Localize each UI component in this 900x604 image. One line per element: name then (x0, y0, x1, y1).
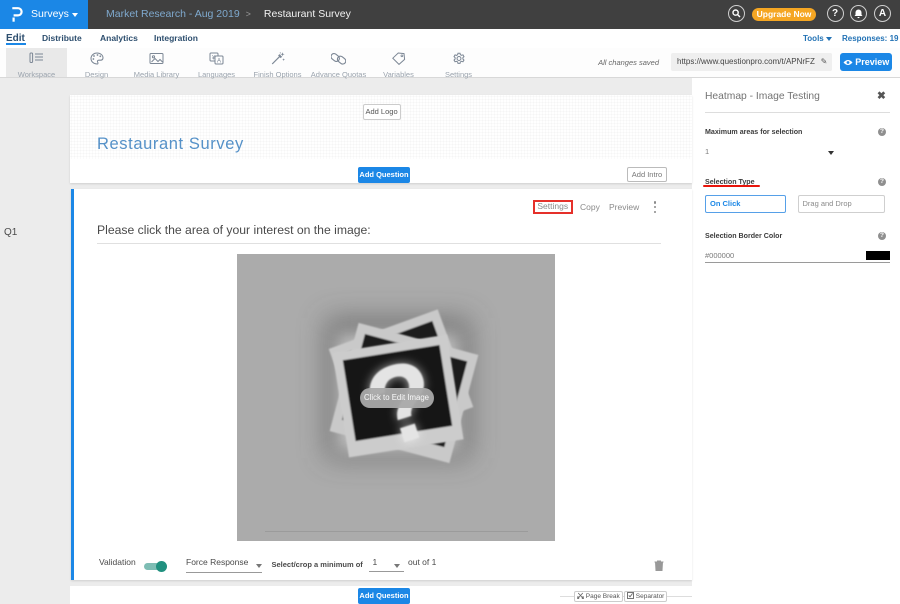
svg-text:A: A (217, 58, 221, 64)
